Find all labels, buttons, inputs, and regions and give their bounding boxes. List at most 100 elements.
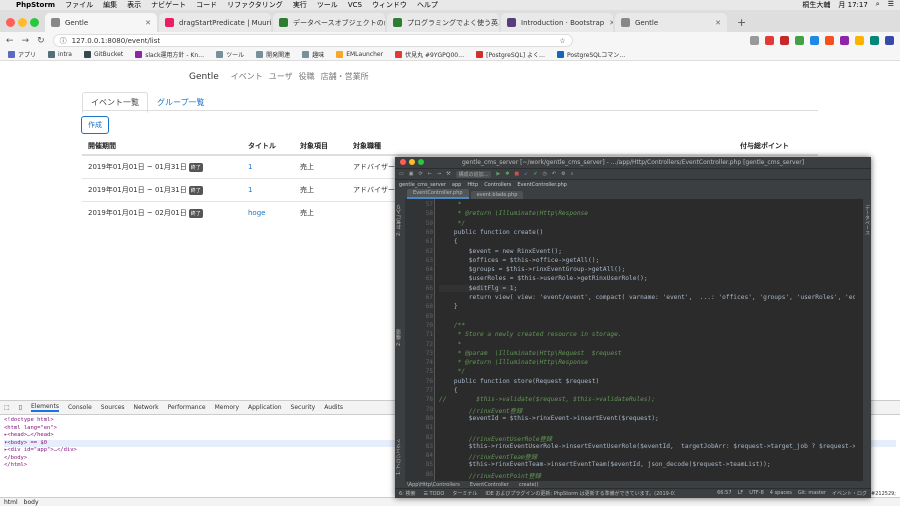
browser-tab[interactable]: Gentle ✕	[45, 13, 157, 32]
extension-icon[interactable]	[870, 36, 879, 45]
panel-project[interactable]: 1: プロジェクト	[395, 439, 405, 475]
debug-icon[interactable]: ✱	[505, 171, 509, 177]
menu-list-icon[interactable]: ☰	[888, 0, 894, 10]
close-window-icon[interactable]	[6, 18, 15, 27]
devtools-tab[interactable]: Sources	[101, 404, 125, 411]
close-tab-icon[interactable]: ✕	[609, 19, 613, 27]
nav-events[interactable]: イベント	[231, 71, 263, 82]
close-tab-icon[interactable]: ✕	[715, 19, 721, 27]
url-bar[interactable]: ⓘ 127.0.0.1:8080/event/list ☆	[52, 34, 573, 47]
reload-icon[interactable]: ↻	[37, 36, 45, 46]
git-branch[interactable]: Git: master	[798, 490, 826, 497]
event-title-link[interactable]: hoge	[248, 209, 265, 217]
sync-icon[interactable]: ⟳	[418, 171, 422, 177]
extension-icon[interactable]	[840, 36, 849, 45]
menu-vcs[interactable]: VCS	[348, 1, 362, 9]
crumb-project[interactable]: gentle_cms_server	[399, 182, 446, 188]
crumb-class[interactable]: EventController	[470, 482, 509, 488]
bookmark-item[interactable]: EMLauncher	[336, 51, 383, 58]
devtools-tab[interactable]: Elements	[30, 403, 59, 412]
extension-icon[interactable]	[780, 36, 789, 45]
bookmark-item[interactable]: slack運用方針 - Kn…	[135, 50, 204, 59]
tool-terminal[interactable]: ターミナル	[452, 490, 477, 497]
crumb-controllers[interactable]: Controllers	[484, 182, 511, 188]
devtools-tab[interactable]: Console	[68, 404, 92, 411]
vcs-commit-icon[interactable]: ✔	[533, 171, 537, 177]
run-config-select[interactable]: 構成の追加...	[455, 170, 492, 178]
extension-icon[interactable]	[885, 36, 894, 45]
devtools-tab[interactable]: Application	[248, 404, 282, 411]
indent-setting[interactable]: 4 spaces	[770, 490, 792, 497]
devtools-tab[interactable]: Memory	[215, 404, 239, 411]
menu-window[interactable]: ウィンドウ	[372, 0, 407, 10]
browser-tab[interactable]: Gentle ✕	[615, 13, 727, 32]
create-button[interactable]: 作成	[81, 116, 109, 134]
bookmark-item[interactable]: 趣味	[302, 50, 324, 59]
browser-tab[interactable]: dragStartPredicate | Muuri - …✕	[159, 13, 271, 32]
menu-run[interactable]: 実行	[293, 0, 307, 10]
device-icon[interactable]: ▯	[19, 404, 22, 411]
panel-database[interactable]: データベース	[864, 205, 870, 235]
editor-tab-blade[interactable]: event.blade.php	[470, 191, 524, 199]
crumb-app[interactable]: app	[452, 182, 461, 188]
devtools-tab[interactable]: Network	[134, 404, 159, 411]
crumb-namespace[interactable]: \App\Http\Controllers	[407, 482, 460, 488]
search-icon[interactable]: ⌕	[876, 0, 880, 10]
stop-icon[interactable]: ■	[514, 171, 519, 177]
forward-icon[interactable]: →	[22, 36, 30, 46]
menu-view[interactable]: 表示	[127, 0, 141, 10]
editor-tab-controller[interactable]: EventController.php	[407, 189, 469, 199]
bookmark-item[interactable]: PostgreSQLコマン…	[556, 50, 625, 59]
event-log[interactable]: イベント・ログ	[832, 490, 867, 497]
browser-tab[interactable]: データベースオブジェクトの命名…✕	[273, 13, 385, 32]
new-tab-icon[interactable]: +	[729, 16, 754, 32]
app-name[interactable]: PhpStorm	[16, 1, 55, 9]
wrench-icon[interactable]: ⚙	[561, 171, 565, 177]
vcs-update-icon[interactable]: ↙	[524, 171, 528, 177]
event-title-link[interactable]: 1	[248, 186, 252, 194]
extension-icon[interactable]	[765, 36, 774, 45]
close-tab-icon[interactable]: ✕	[145, 19, 151, 27]
site-brand[interactable]: Gentle	[189, 72, 219, 82]
star-icon[interactable]: ☆	[559, 37, 565, 45]
extension-icon[interactable]	[855, 36, 864, 45]
bookmark-item[interactable]: 開発関連	[256, 50, 290, 59]
browser-tab[interactable]: プログラミングでよく使う英単語…✕	[387, 13, 499, 32]
crumb-http[interactable]: Http	[467, 182, 478, 188]
bookmark-item[interactable]: [PostgreSQL] よく…	[476, 50, 545, 59]
menu-file[interactable]: ファイル	[65, 0, 93, 10]
extension-icon[interactable]	[825, 36, 834, 45]
crumb-method[interactable]: create()	[519, 482, 539, 488]
line-separator[interactable]: LF	[738, 490, 744, 497]
folder-icon[interactable]: ▭	[399, 171, 404, 177]
extension-icon[interactable]	[810, 36, 819, 45]
save-icon[interactable]: ▣	[409, 171, 414, 177]
close-window-icon[interactable]	[400, 159, 406, 165]
browser-tab[interactable]: Introduction · Bootstrap ✕	[501, 13, 613, 32]
user-name[interactable]: 桐生大輔	[802, 0, 830, 10]
minimize-window-icon[interactable]	[409, 159, 415, 165]
devtools-tab[interactable]: Performance	[168, 404, 206, 411]
menu-edit[interactable]: 編集	[103, 0, 117, 10]
menu-code[interactable]: コード	[196, 0, 217, 10]
devtools-tab[interactable]: Audits	[324, 404, 343, 411]
search-icon[interactable]: ⌕	[571, 171, 574, 177]
back-icon[interactable]: ←	[6, 36, 14, 46]
inspect-icon[interactable]: ⬚	[4, 404, 10, 411]
panel-structure[interactable]: 2: 構造	[395, 329, 405, 345]
history-icon[interactable]: ◷	[543, 171, 547, 177]
zoom-window-icon[interactable]	[30, 18, 39, 27]
bookmark-item[interactable]: GitBucket	[83, 51, 123, 58]
hammer-icon[interactable]: ⚒	[446, 171, 450, 177]
menu-help[interactable]: ヘルプ	[417, 0, 438, 10]
bookmark-item[interactable]: intra	[48, 51, 72, 58]
crumb-html[interactable]: html	[4, 499, 18, 506]
bookmark-item[interactable]: ツール	[216, 50, 244, 59]
nav-users[interactable]: ユーザ	[269, 71, 293, 82]
run-icon[interactable]: ▶	[496, 171, 500, 177]
caret-position[interactable]: 66:57	[717, 490, 731, 497]
bookmark-item[interactable]: アプリ	[8, 50, 36, 59]
clock[interactable]: 月 17:17	[838, 0, 867, 10]
extension-icon[interactable]	[750, 36, 759, 45]
menu-refactor[interactable]: リファクタリング	[227, 0, 283, 10]
